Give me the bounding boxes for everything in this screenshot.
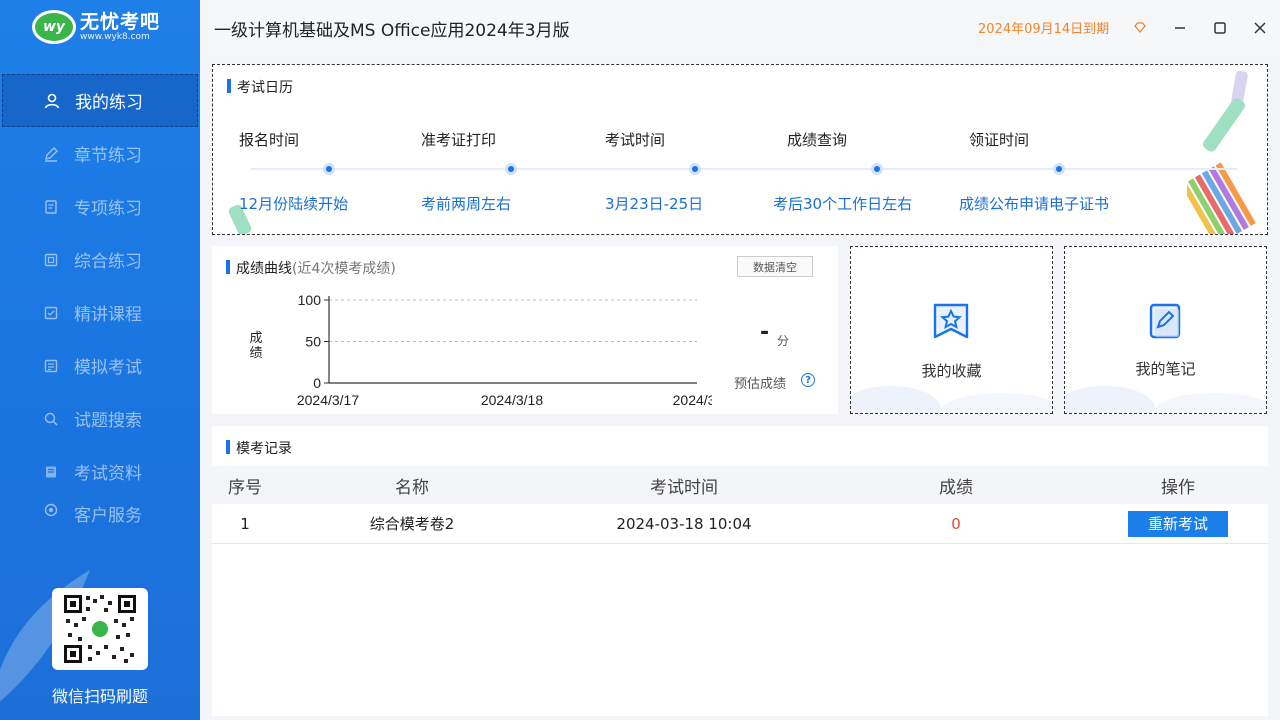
column-header: 考试时间 <box>650 477 718 498</box>
row-time: 2024-03-18 10:04 <box>616 514 752 533</box>
score-unit: 分 <box>777 334 790 348</box>
notes-card[interactable]: 我的笔记 <box>1064 246 1267 414</box>
section-title: 考试日历 <box>227 77 293 97</box>
star-bookmark-icon <box>933 303 969 339</box>
x-tick-label: 2024/3/18 <box>481 392 543 408</box>
exam-calendar-panel: 考试日历 报名时间 12月份陆续开始 准考证打印 考前两周左右 考试时间 3月2… <box>212 64 1268 235</box>
clear-data-button[interactable]: 数据清空 <box>737 256 813 277</box>
title-bar: 一级计算机基础及MS Office应用2024年3月版 2024年09月14日到… <box>200 0 1280 56</box>
sidebar-item-label: 考试资料 <box>74 464 142 484</box>
row-score: 0 <box>951 514 961 533</box>
timeline-line <box>251 168 1237 170</box>
y-tick-label: 50 <box>305 334 321 350</box>
sidebar-item-label: 我的练习 <box>75 93 143 113</box>
search-icon <box>42 410 60 428</box>
column-header: 操作 <box>1161 477 1195 498</box>
sidebar-item-search[interactable]: 试题搜索 <box>0 392 200 445</box>
step-dot <box>689 163 701 175</box>
qr-caption: 微信扫码刷题 <box>51 687 148 706</box>
sidebar-item-comprehensive[interactable]: 综合练习 <box>0 233 200 286</box>
column-header: 名称 <box>395 477 429 498</box>
app-logo: wy 无忧考吧 www.wyk8.com <box>32 10 160 44</box>
pencil-icon <box>42 145 60 163</box>
y-axis-label: 成 <box>249 331 262 346</box>
sidebar-item-label: 专项练习 <box>74 199 142 219</box>
exam-icon <box>42 357 60 375</box>
section-title: 模考记录 <box>226 438 292 458</box>
step-label: 考试时间 <box>605 131 666 149</box>
maximize-icon[interactable] <box>1206 14 1234 42</box>
diamond-icon[interactable] <box>1126 14 1154 42</box>
mock-exam-records-panel: 模考记录 序号 名称 考试时间 成绩 操作 1 综合模考卷2 2024-03-1… <box>212 426 1268 716</box>
sidebar-item-label: 客户服务 <box>74 506 142 526</box>
sidebar-item-materials[interactable]: 考试资料 <box>0 445 200 498</box>
sidebar-item-mock-exam[interactable]: 模拟考试 <box>0 339 200 392</box>
notes-label: 我的笔记 <box>1135 360 1196 378</box>
step-value: 考前两周左右 <box>421 195 512 213</box>
sidebar-item-label: 章节练习 <box>74 146 142 166</box>
sidebar-item-label: 模拟考试 <box>74 358 142 378</box>
favorites-label: 我的收藏 <box>921 362 982 380</box>
favorites-card[interactable]: 我的收藏 <box>850 246 1053 414</box>
sidebar: wy 无忧考吧 www.wyk8.com 我的练习 章节练习 专项练习 综合练习… <box>0 0 200 720</box>
document-icon <box>42 198 60 216</box>
step-value: 成绩公布申请电子证书 <box>959 195 1110 213</box>
step-dot <box>1053 163 1065 175</box>
y-tick-label: 0 <box>313 375 321 391</box>
logo-badge: wy <box>32 10 76 44</box>
close-icon[interactable] <box>1246 14 1274 42</box>
logo-name: 无忧考吧 <box>80 11 161 33</box>
minimize-icon[interactable] <box>1166 14 1194 42</box>
step-dot <box>323 163 335 175</box>
pencils-decoration <box>1187 70 1256 234</box>
row-name: 综合模考卷2 <box>369 515 455 533</box>
sidebar-item-special[interactable]: 专项练习 <box>0 180 200 233</box>
step-label: 报名时间 <box>239 131 300 149</box>
book-icon <box>42 463 60 481</box>
row-index: 1 <box>240 514 250 533</box>
x-tick-label: 2024/3/17 <box>297 392 359 408</box>
expiry-date: 2024年09月14日到期 <box>978 22 1110 37</box>
step-label: 领证时间 <box>969 131 1030 149</box>
sidebar-item-label: 试题搜索 <box>74 411 142 431</box>
step-value: 12月份陆续开始 <box>239 195 349 213</box>
sidebar-item-courses[interactable]: 精讲课程 <box>0 286 200 339</box>
notebook-icon <box>1149 303 1181 339</box>
sidebar-item-chapter[interactable]: 章节练习 <box>0 127 200 180</box>
score-line-chart: 0501002024/3/17 2024/3/18 2024/3/成绩 <box>249 292 732 414</box>
step-value: 考后30个工作日左右 <box>773 195 913 213</box>
sidebar-item-service[interactable]: 客户服务 <box>0 498 200 528</box>
y-axis-label: 绩 <box>249 346 262 361</box>
y-tick-label: 100 <box>298 292 322 308</box>
sidebar-item-my-practice[interactable]: 我的练习 <box>2 74 198 127</box>
step-dot <box>871 163 883 175</box>
column-header: 成绩 <box>939 477 973 498</box>
wechat-qr-code <box>52 588 148 670</box>
sidebar-item-label: 精讲课程 <box>74 305 142 325</box>
step-value: 3月23日-25日 <box>605 195 704 213</box>
row-action: 重新考试 <box>1128 504 1228 543</box>
user-icon <box>43 92 61 110</box>
sidebar-item-label: 综合练习 <box>74 252 142 272</box>
sidebar-nav: 我的练习 章节练习 专项练习 综合练习 精讲课程 模拟考试 试题搜索 考试资料 … <box>0 74 200 528</box>
help-icon[interactable]: ? <box>801 373 815 387</box>
qr-code-image <box>64 595 136 663</box>
table-header: 序号 名称 考试时间 成绩 操作 <box>212 466 1268 504</box>
column-header: 序号 <box>228 477 262 498</box>
course-icon <box>42 304 60 322</box>
label-mask <box>712 386 732 414</box>
app-title: 一级计算机基础及MS Office应用2024年3月版 <box>214 21 570 41</box>
service-icon <box>42 501 60 519</box>
retake-exam-button[interactable]: 重新考试 <box>1128 510 1228 537</box>
score-chart-panel: 成绩曲线(近4次模考成绩) 数据清空 0 50 100 2024/3/17 2024/3… <box>212 246 838 414</box>
step-dot <box>505 163 517 175</box>
table-row: 1 综合模考卷2 2024-03-18 10:04 0 重新考试 <box>212 504 1268 544</box>
step-label: 准考证打印 <box>421 131 497 149</box>
logo-url: www.wyk8.com <box>80 32 150 42</box>
estimated-score-value: - <box>760 320 770 345</box>
estimated-score-label: 预估成绩 <box>734 377 787 392</box>
step-label: 成绩查询 <box>787 131 848 149</box>
layers-icon <box>42 251 60 269</box>
